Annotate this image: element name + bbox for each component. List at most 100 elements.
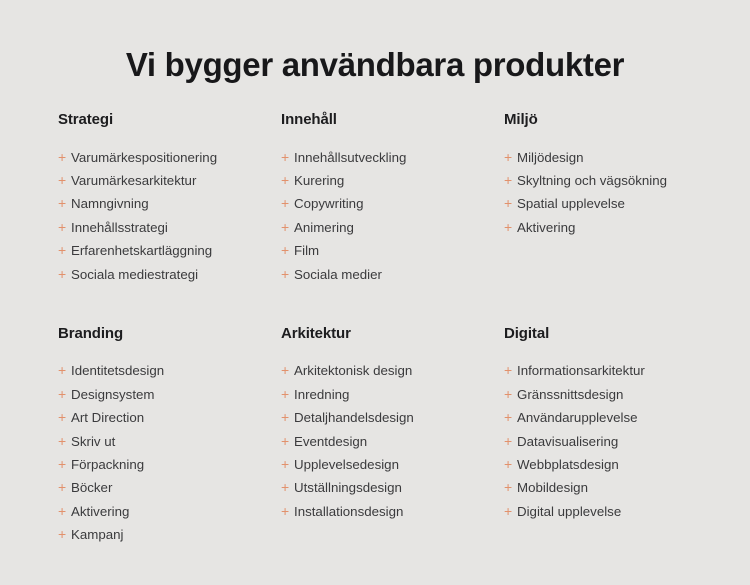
service-list-item[interactable]: + Kampanj [58,523,281,546]
service-list-item[interactable]: + Mobildesign [504,476,706,499]
services-column-miljo: Miljö + Miljödesign + Skyltning och vägsökni… [504,111,706,286]
service-list-item[interactable]: + Installationsdesign [281,500,504,523]
service-list-item[interactable]: + Erfarenhetskartläggning [58,239,281,262]
plus-icon: + [281,502,290,519]
plus-icon: + [281,171,290,188]
plus-icon: + [58,385,67,402]
service-item-label: Inredning [294,386,350,402]
service-item-label: Innehållsstrategi [71,219,168,235]
column-heading: Branding [58,324,124,342]
service-item-label: Aktivering [517,219,576,235]
plus-icon: + [58,432,67,449]
column-heading: Miljö [504,111,538,128]
service-list-item[interactable]: + Identitetsdesign [58,359,281,382]
service-list-item[interactable]: + Arkitektonisk design [281,359,504,382]
service-item-label: Eventdesign [294,433,368,449]
service-list-item[interactable]: + Detaljhandelsdesign [281,406,504,429]
services-column-innehall: Innehåll + Innehållsutveckling + Kurering + Co… [281,111,504,286]
plus-icon: + [504,479,513,496]
service-list-item[interactable]: + Copywriting [281,192,504,215]
plus-icon: + [58,242,67,259]
service-item-label: Varumärkesarkitektur [71,172,197,188]
service-item-label: Miljödesign [517,149,584,165]
plus-icon: + [281,195,290,212]
service-item-label: Skyltning och vägsökning [517,172,668,188]
service-item-label: Copywriting [294,196,364,212]
service-item-label: Upplevelsedesign [294,457,399,473]
service-item-label: Spatial upplevelse [517,196,625,212]
service-item-label: Informationsarkitektur [517,363,645,379]
plus-icon: + [58,265,67,282]
service-item-label: Erfarenhetskartläggning [71,243,213,259]
services-column-strategi: Strategi + Varumärkespositionering + Varumär… [58,111,281,286]
service-list-item[interactable]: + Animering [281,216,504,239]
service-list-item[interactable]: + Förpackning [58,453,281,476]
plus-icon: + [281,409,290,426]
service-list-item[interactable]: + Digital upplevelse [504,500,706,523]
service-item-label: Utställningsdesign [294,480,402,496]
service-list: + Arkitektonisk design + Inredning + Detaljha… [281,359,504,523]
service-list-item[interactable]: + Eventdesign [281,430,504,453]
column-heading: Strategi [58,111,114,128]
plus-icon: + [504,456,513,473]
service-list-item[interactable]: + Designsystem [58,383,281,406]
service-list-item[interactable]: + Innehållsstrategi [58,216,281,239]
service-item-label: Skriv ut [71,433,116,449]
service-list-item[interactable]: + Informationsarkitektur [504,359,706,382]
service-list-item[interactable]: + Art Direction [58,406,281,429]
plus-icon: + [58,479,67,496]
plus-icon: + [504,148,513,165]
service-item-label: Varumärkespositionering [71,149,218,165]
service-item-label: Arkitektonisk design [294,363,413,379]
service-list-item[interactable]: + Datavisualisering [504,430,706,453]
plus-icon: + [281,218,290,235]
service-list-item[interactable]: + Sociala mediestrategi [58,263,281,286]
service-list-item[interactable]: + Spatial upplevelse [504,192,706,215]
plus-icon: + [281,148,290,165]
service-list: + Innehållsutveckling + Kurering + Copywritin… [281,146,504,286]
service-list-item[interactable]: + Användarupplevelse [504,406,706,429]
service-item-label: Kurering [294,172,345,188]
service-item-label: Användarupplevelse [517,410,638,426]
service-list-item[interactable]: + Film [281,239,504,262]
service-list-item[interactable]: + Innehållsutveckling [281,146,504,169]
service-item-label: Webbplatsdesign [517,457,619,473]
page-title: Vi bygger användbara produkter [125,46,625,83]
service-item-label: Sociala mediestrategi [71,266,199,282]
service-list-item[interactable]: + Skyltning och vägsökning [504,169,706,192]
services-page: Vi bygger användbara produkter Strategi +… [0,0,750,585]
service-list-item[interactable]: + Gränssnittsdesign [504,383,706,406]
service-list: + Miljödesign + Skyltning och vägsökning + Sp… [504,146,706,240]
plus-icon: + [504,385,513,402]
service-item-label: Designsystem [71,386,155,402]
service-item-label: Namngivning [71,196,149,212]
service-list-item[interactable]: + Aktivering [58,500,281,523]
service-item-label: Gränssnittsdesign [517,386,624,402]
service-list-item[interactable]: + Miljödesign [504,146,706,169]
plus-icon: + [504,362,513,379]
services-column-digital: Digital + Informationsarkitektur + Gränssnit… [504,325,706,547]
plus-icon: + [504,195,513,212]
service-item-label: Animering [294,219,354,235]
service-list-item[interactable]: + Namngivning [58,192,281,215]
service-list: + Identitetsdesign + Designsystem + Art Direc… [58,359,281,546]
service-list-item[interactable]: + Upplevelsedesign [281,453,504,476]
plus-icon: + [504,502,513,519]
service-item-label: Sociala medier [294,266,382,282]
column-heading: Innehåll [281,111,337,128]
service-list-item[interactable]: + Böcker [58,476,281,499]
service-list-item[interactable]: + Skriv ut [58,430,281,453]
service-item-label: Innehållsutveckling [294,149,407,165]
service-list-item[interactable]: + Varumärkesarkitektur [58,169,281,192]
service-list: + Informationsarkitektur + Gränssnittsdesig… [504,359,706,523]
service-list-item[interactable]: + Webbplatsdesign [504,453,706,476]
service-list-item[interactable]: + Varumärkespositionering [58,146,281,169]
plus-icon: + [58,171,67,188]
service-list-item[interactable]: + Kurering [281,169,504,192]
service-item-label: Aktivering [71,503,130,519]
service-item-label: Kampanj [71,527,124,543]
service-list-item[interactable]: + Inredning [281,383,504,406]
service-list-item[interactable]: + Utställningsdesign [281,476,504,499]
service-list-item[interactable]: + Aktivering [504,216,706,239]
service-list-item[interactable]: + Sociala medier [281,263,504,286]
